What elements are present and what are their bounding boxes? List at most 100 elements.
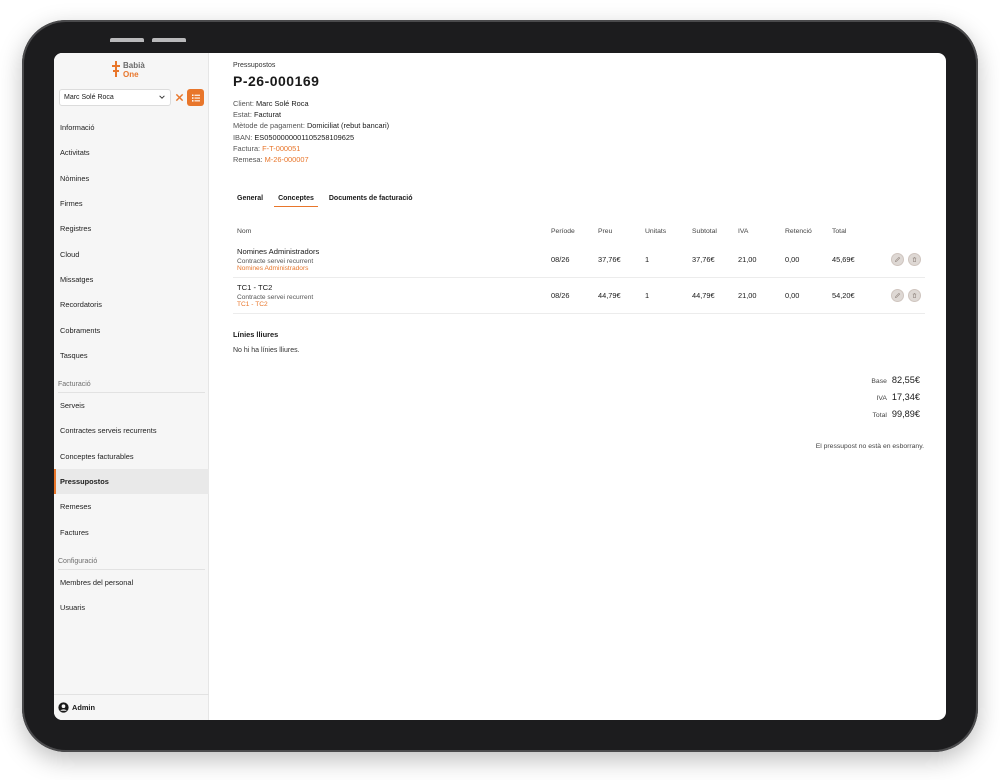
sidebar-item-cloud[interactable]: Cloud — [54, 241, 209, 266]
sidebar-item-firmes[interactable]: Firmes — [54, 191, 209, 216]
concept-link[interactable]: Nomines Administradors — [237, 265, 551, 272]
sidebar-item-nomines[interactable]: Nòmines — [54, 166, 209, 191]
iban-label: IBAN: — [233, 132, 253, 142]
sidebar-item-recordatoris[interactable]: Recordatoris — [54, 292, 209, 317]
close-icon — [175, 93, 183, 102]
table-row: TC1 - TC2 Contracte servei recurrent TC1… — [233, 278, 925, 314]
trash-icon — [912, 293, 917, 299]
base-label: Base — [871, 378, 887, 385]
tab-documents-facturacio[interactable]: Documents de facturació — [325, 195, 417, 207]
sidebar-item-activitats[interactable]: Activitats — [54, 140, 209, 165]
total-value: 99,89€ — [891, 409, 920, 419]
logo-icon — [112, 61, 121, 77]
cell-iva: 21,00 — [738, 255, 757, 264]
sidebar: Babià One Marc Solé Roca Informació Acti… — [54, 53, 209, 720]
actions-header — [880, 228, 925, 242]
tab-bar: General Conceptes Documents de facturaci… — [233, 195, 424, 207]
budget-details: Client: Marc Solé Roca Estat: Facturat M… — [233, 98, 389, 165]
sidebar-item-conceptes-facturables[interactable]: Conceptes facturables — [54, 444, 209, 469]
free-lines-empty: No hi ha línies lliures. — [233, 347, 300, 354]
estat-value: Facturat — [253, 110, 282, 120]
sidebar-item-membres[interactable]: Membres del personal — [54, 570, 209, 595]
totals-summary: Base 82,55€ IVA 17,34€ Total 99,89€ — [871, 375, 920, 426]
concept-source: Contracte servei recurrent — [237, 294, 314, 301]
cell-subtotal: 37,76€ — [692, 255, 715, 264]
sidebar-item-informacio[interactable]: Informació — [54, 115, 209, 140]
column-header: Nom — [237, 228, 252, 235]
section-label-facturacio: Facturació — [58, 380, 91, 388]
sidebar-item-factures[interactable]: Factures — [54, 519, 209, 544]
column-header: Subtotal — [692, 228, 717, 235]
list-icon — [191, 94, 200, 102]
client-value: Marc Solé Roca — [256, 99, 309, 108]
logo-text-2: One — [123, 70, 139, 79]
table-row: Nomines Administradors Contracte servei … — [233, 242, 925, 278]
user-menu[interactable]: Admin — [54, 694, 209, 720]
sidebar-item-serveis[interactable]: Serveis — [54, 393, 209, 418]
cell-preu: 44,79€ — [598, 291, 621, 300]
metode-value: Domiciliat (rebut bancari) — [306, 121, 390, 131]
column-header: Unitats — [645, 228, 667, 235]
edit-button[interactable] — [891, 253, 904, 266]
client-list-button[interactable] — [187, 89, 204, 106]
client-select[interactable]: Marc Solé Roca — [59, 89, 171, 106]
delete-button[interactable] — [908, 289, 921, 302]
sidebar-nav: Informació Activitats Nòmines Firmes Reg… — [54, 115, 209, 620]
column-header: Retenció — [785, 228, 812, 235]
concept-name: Nomines Administradors — [237, 247, 320, 256]
main-content: Pressupostos P-26-000169 Client: Marc So… — [209, 53, 946, 720]
clear-client-button[interactable] — [173, 90, 185, 105]
cell-periode: 08/26 — [551, 291, 570, 300]
app-screen: Babià One Marc Solé Roca Informació Acti… — [54, 53, 946, 720]
cell-subtotal: 44,79€ — [692, 291, 715, 300]
column-header: Període — [551, 228, 575, 235]
sidebar-item-remeses[interactable]: Remeses — [54, 494, 209, 519]
pencil-icon — [894, 292, 901, 299]
cell-unitats: 1 — [645, 291, 650, 300]
column-header: Preu — [598, 228, 613, 235]
draft-status-note: El pressupost no està en esborrany. — [815, 443, 924, 450]
remesa-label: Remesa: — [233, 155, 263, 165]
factura-label: Factura: — [233, 143, 261, 153]
sidebar-item-missatges[interactable]: Missatges — [54, 267, 209, 292]
edit-button[interactable] — [891, 289, 904, 302]
user-name: Admin — [72, 703, 95, 712]
sidebar-item-contractes[interactable]: Contractes serveis recurrents — [54, 418, 209, 443]
sidebar-item-cobraments[interactable]: Cobraments — [54, 317, 209, 342]
iban-value: ES0500000001105258109625 — [254, 132, 355, 142]
cell-total: 45,69€ — [832, 255, 855, 264]
logo-text-1: Babià — [123, 61, 145, 70]
cell-preu: 37,76€ — [598, 255, 621, 264]
user-avatar-icon — [58, 702, 69, 713]
iva-value: 17,34€ — [891, 392, 920, 402]
estat-label: Estat: — [233, 110, 252, 120]
tab-conceptes[interactable]: Conceptes — [274, 195, 318, 207]
sidebar-item-pressupostos[interactable]: Pressupostos — [54, 468, 209, 495]
factura-link[interactable]: F-T-000051 — [262, 144, 300, 153]
remesa-link[interactable]: M-26-000007 — [265, 155, 309, 164]
column-header: IVA — [738, 228, 749, 235]
cell-total: 54,20€ — [832, 291, 855, 300]
tab-general[interactable]: General — [233, 195, 267, 207]
concept-name: TC1 - TC2 — [237, 283, 273, 292]
concept-link[interactable]: TC1 - TC2 — [237, 301, 551, 308]
volume-button — [110, 38, 144, 42]
cell-retencio: 0,00 — [785, 255, 800, 264]
client-select-value: Marc Solé Roca — [64, 94, 114, 101]
concept-source: Contracte servei recurrent — [237, 258, 314, 265]
client-label: Client: — [233, 99, 254, 108]
cell-iva: 21,00 — [738, 291, 757, 300]
total-label: Total — [872, 412, 887, 419]
volume-button — [152, 38, 186, 42]
sidebar-item-usuaris[interactable]: Usuaris — [54, 595, 209, 620]
delete-button[interactable] — [908, 253, 921, 266]
column-header: Total — [832, 228, 847, 235]
page-title: P-26-000169 — [233, 73, 320, 89]
sidebar-item-tasques[interactable]: Tasques — [54, 343, 209, 368]
cell-retencio: 0,00 — [785, 291, 800, 300]
app-logo[interactable]: Babià One — [112, 61, 145, 79]
breadcrumb[interactable]: Pressupostos — [233, 62, 275, 69]
trash-icon — [912, 257, 917, 263]
concepts-table: Nom Període Preu Unitats Subtotal IVA Re… — [233, 228, 925, 314]
sidebar-item-registres[interactable]: Registres — [54, 216, 209, 241]
